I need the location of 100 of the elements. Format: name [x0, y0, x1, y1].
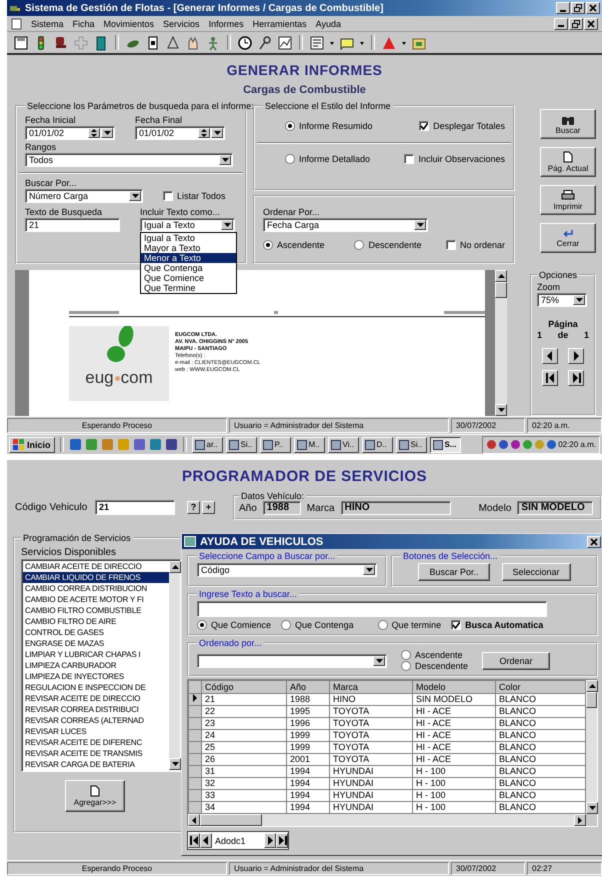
- radio-dot[interactable]: [285, 121, 295, 131]
- program-icon[interactable]: [68, 438, 82, 451]
- list-item[interactable]: LIMPIEZA DE INYECTORES: [23, 671, 169, 682]
- list-item[interactable]: CAMBIO FILTRO COMBUSTIBLE: [23, 605, 169, 616]
- last-record-button[interactable]: [276, 833, 288, 848]
- scroll-thumb[interactable]: [495, 282, 507, 298]
- list-item[interactable]: REVISAR CORREAS (ALTERNAD: [23, 715, 169, 726]
- sort-direction-radio[interactable]: Ascendente: [401, 650, 468, 660]
- minimize-button[interactable]: [554, 18, 568, 30]
- search-button[interactable]: Buscar: [540, 109, 596, 139]
- list-item[interactable]: CAMBIO FILTRO DE AIRE: [23, 616, 169, 627]
- list-item[interactable]: LIMPIEZA CARBURADOR: [23, 660, 169, 671]
- range-dropdown[interactable]: Todos: [25, 153, 233, 167]
- dialog-button[interactable]: Seleccionar: [502, 563, 571, 581]
- radio-dot[interactable]: [197, 620, 207, 630]
- scrollbar[interactable]: [586, 680, 597, 814]
- list-item[interactable]: REVISAR ACEITE DE DIFERENC: [23, 737, 169, 748]
- first-record-button[interactable]: [188, 833, 200, 848]
- sort-button[interactable]: Ordenar: [482, 652, 550, 670]
- taskbar-button[interactable]: Si..: [396, 436, 427, 452]
- radio-dot[interactable]: [263, 240, 273, 250]
- menu-item[interactable]: Movimientos: [104, 18, 154, 28]
- menu-item[interactable]: Ayuda: [316, 18, 341, 28]
- program-icon[interactable]: [148, 438, 162, 451]
- previous-record-button[interactable]: [200, 833, 212, 848]
- dropdown-button[interactable]: [101, 128, 113, 138]
- list-item[interactable]: CAMBIO DE ACEITE MOTOR Y FI: [23, 594, 169, 605]
- tray-icon[interactable]: [510, 439, 522, 450]
- list-item[interactable]: REVISAR CARGA DE BATERIA: [23, 759, 169, 770]
- scroll-up-button[interactable]: [495, 270, 507, 282]
- dropdown-option[interactable]: Mayor a Texto: [141, 243, 236, 253]
- list-item[interactable]: ENGRASE DE MAZAS: [23, 638, 169, 649]
- dropdown-button[interactable]: [414, 220, 426, 230]
- minimize-button[interactable]: [556, 2, 570, 14]
- menu-item[interactable]: Sistema: [31, 18, 64, 28]
- dropdown-option[interactable]: Que Termine: [141, 283, 236, 293]
- menu-item[interactable]: Herramientas: [252, 18, 307, 28]
- list-item[interactable]: CONTROL DE GASES: [23, 627, 169, 638]
- scroll-right-button[interactable]: [574, 814, 586, 826]
- dropdown-button[interactable]: [573, 295, 585, 305]
- close-button[interactable]: Cerrar: [540, 223, 596, 253]
- start-button[interactable]: Inicio: [9, 436, 55, 452]
- row-selector[interactable]: [188, 694, 202, 706]
- no-sort-checkbox[interactable]: No ordenar: [446, 240, 505, 250]
- match-mode-radio[interactable]: Que termine: [378, 620, 442, 630]
- next-record-button[interactable]: [264, 833, 276, 848]
- program-icon[interactable]: [132, 438, 146, 451]
- page-button[interactable]: Pág. Actual: [540, 147, 596, 177]
- radio-dot[interactable]: [281, 620, 292, 630]
- zoom-dropdown[interactable]: 75%: [537, 293, 587, 307]
- taskbar-button[interactable]: ar..: [192, 436, 223, 452]
- date-field[interactable]: 01/01/02: [135, 126, 225, 140]
- list-item[interactable]: REVISAR CORREA DISTRIBUCI: [23, 704, 169, 715]
- taskbar-button[interactable]: M..: [294, 436, 325, 452]
- radio-dot[interactable]: [285, 154, 295, 164]
- spin-button[interactable]: [88, 128, 100, 138]
- scrollbar[interactable]: [188, 814, 586, 826]
- list-item[interactable]: REGULACION E INSPECCION DE: [23, 682, 169, 693]
- scrollbar[interactable]: [169, 561, 180, 770]
- report-style-radio[interactable]: Informe Resumido: [285, 121, 420, 131]
- match-mode-radio[interactable]: Que Comience: [197, 620, 272, 630]
- date-field[interactable]: 01/01/02: [25, 126, 115, 140]
- list-item[interactable]: REVISAR ACEITE DE TRANSMIS: [23, 748, 169, 759]
- radio-dot[interactable]: [354, 240, 364, 250]
- scroll-up-button[interactable]: [169, 561, 181, 573]
- taskbar-button[interactable]: Si..: [226, 436, 257, 452]
- close-button[interactable]: [587, 536, 601, 548]
- dropdown-button[interactable]: [211, 128, 223, 138]
- code-button[interactable]: +: [202, 500, 215, 514]
- scroll-left-button[interactable]: [188, 814, 200, 826]
- next-page-button[interactable]: [568, 348, 584, 364]
- add-button[interactable]: Agregar>>>: [65, 780, 125, 812]
- radio-dot[interactable]: [401, 650, 411, 660]
- last-page-button[interactable]: [568, 370, 584, 386]
- program-icon[interactable]: [164, 438, 178, 451]
- scroll-thumb[interactable]: [200, 814, 262, 826]
- dropdown-option[interactable]: Que Comience: [141, 273, 236, 283]
- dropdown-button[interactable]: [221, 220, 233, 230]
- tray-icon[interactable]: [546, 439, 558, 450]
- dropdown-button[interactable]: [219, 155, 231, 165]
- dropdown-button[interactable]: [373, 656, 385, 666]
- search-text-field[interactable]: 21: [25, 218, 120, 232]
- list-item[interactable]: REVISAR ACEITE DE DIRECCIO: [23, 693, 169, 704]
- menu-item[interactable]: Informes: [208, 18, 244, 28]
- taskbar-button[interactable]: Vi..: [328, 436, 359, 452]
- dropdown-button[interactable]: [129, 191, 141, 201]
- list-item[interactable]: LIMPIAR Y LUBRICAR CHAPAS I: [23, 649, 169, 660]
- scroll-thumb[interactable]: [586, 692, 597, 708]
- dropdown-button[interactable]: [363, 565, 375, 575]
- match-mode-radio[interactable]: Que Contenga: [281, 620, 354, 630]
- list-all-checkbox[interactable]: Listar Todos: [163, 191, 226, 201]
- radio-dot[interactable]: [378, 620, 388, 630]
- menu-item[interactable]: Ficha: [72, 18, 95, 28]
- first-page-button[interactable]: [542, 370, 558, 386]
- spin-button[interactable]: [198, 128, 210, 138]
- vehicle-code-field[interactable]: 21: [95, 500, 175, 514]
- dropdown-option[interactable]: Que Contenga: [141, 263, 236, 273]
- print-button[interactable]: Imprimir: [540, 185, 596, 215]
- taskbar-button[interactable]: P..: [260, 436, 291, 452]
- list-item[interactable]: CAMBIAR LIQUIDO DE FRENOS: [23, 572, 169, 583]
